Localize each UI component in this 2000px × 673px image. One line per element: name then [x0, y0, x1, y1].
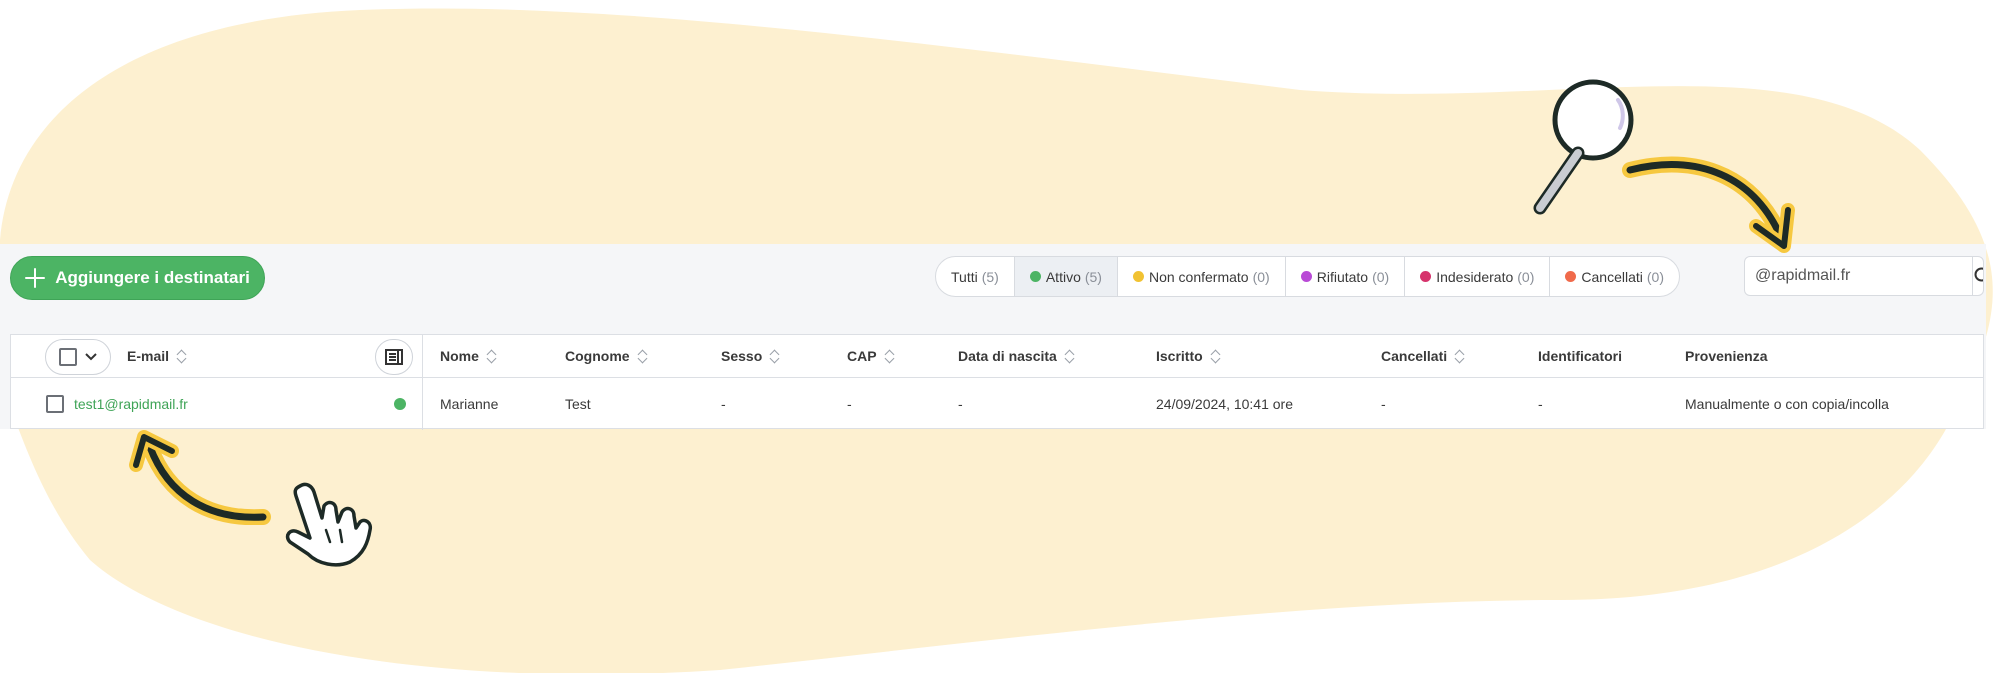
table-row[interactable]: test1@rapidmail.fr Marianne Test - - - 2…: [11, 378, 1983, 429]
chevron-down-icon: [85, 353, 97, 361]
cancellati-cell: -: [1381, 395, 1386, 412]
column-header-provenienza: Provenienza: [1685, 335, 1767, 377]
column-header-email[interactable]: E-mail: [127, 335, 187, 377]
column-header-identificatori: Identificatori: [1538, 335, 1622, 377]
sort-icon: [770, 349, 780, 363]
filter-count: (0): [1646, 268, 1664, 285]
sesso-cell: -: [721, 395, 726, 412]
sort-icon: [638, 349, 648, 363]
recipients-table: E-mail Nome Cognome Sesso CAP Data di na…: [10, 334, 1984, 430]
select-all-checkbox[interactable]: [59, 348, 77, 366]
filter-count: (0): [1517, 268, 1535, 285]
column-header-sesso[interactable]: Sesso: [721, 335, 780, 377]
sort-icon: [1065, 349, 1075, 363]
table-header: E-mail Nome Cognome Sesso CAP Data di na…: [11, 335, 1983, 378]
filter-label: Cancellati: [1581, 268, 1643, 285]
filter-count: (5): [981, 268, 999, 285]
filter-rifiutato[interactable]: Rifiutato (0): [1286, 257, 1406, 296]
search-icon: [1974, 267, 1983, 282]
filter-count: (0): [1372, 268, 1390, 285]
filter-label: Indesiderato: [1436, 268, 1514, 285]
arrow-to-email-icon: [129, 430, 271, 525]
add-recipients-label: Aggiungere i destinatari: [55, 268, 250, 287]
column-header-cognome[interactable]: Cognome: [565, 335, 648, 377]
plus-icon: [25, 268, 46, 288]
status-dot-icon: [1420, 271, 1432, 282]
iscritto-cell: 24/09/2024, 10:41 ore: [1156, 395, 1294, 412]
column-header-nome[interactable]: Nome: [440, 335, 497, 377]
status-filter-group: Tutti (5) Attivo (5) Non confermato (0) …: [935, 256, 1680, 297]
cap-cell: -: [847, 395, 852, 412]
arrow-to-search-icon: [1622, 156, 1795, 253]
status-dot-icon: [1029, 271, 1041, 282]
email-cell: test1@rapidmail.fr: [74, 378, 188, 429]
pointing-hand-icon: [285, 482, 373, 567]
column-header-label: Identificatori: [1538, 348, 1623, 364]
data-nascita-cell: -: [958, 395, 963, 412]
column-header-cancellati[interactable]: Cancellati: [1381, 335, 1465, 377]
identificatori-cell: -: [1538, 395, 1543, 412]
column-header-label: Iscritto: [1156, 348, 1203, 364]
sort-icon: [1211, 349, 1221, 363]
filter-indesiderato[interactable]: Indesiderato (0): [1405, 257, 1551, 296]
column-header-data-nascita[interactable]: Data di nascita: [958, 335, 1075, 377]
status-dot-icon: [1132, 271, 1144, 282]
search-button[interactable]: [1972, 257, 1983, 295]
sort-icon: [885, 349, 895, 363]
column-header-label: Provenienza: [1685, 348, 1768, 364]
row-checkbox-cell: [46, 378, 64, 429]
status-active-icon: [394, 397, 406, 410]
sort-icon: [1455, 349, 1465, 363]
filter-label: Non confermato: [1148, 268, 1249, 285]
cognome-cell: Test: [565, 395, 591, 412]
filter-count: (0): [1252, 268, 1270, 285]
column-header-label: E-mail: [127, 348, 170, 364]
sort-icon: [487, 349, 497, 363]
search-input[interactable]: [1745, 257, 1972, 295]
filter-count: (5): [1084, 268, 1102, 285]
column-header-label: Cognome: [565, 348, 630, 364]
sort-icon: [177, 349, 187, 363]
filter-cancellati[interactable]: Cancellati (0): [1550, 257, 1679, 296]
row-checkbox[interactable]: [46, 394, 64, 413]
filter-tutti[interactable]: Tutti (5): [936, 257, 1015, 296]
column-header-iscritto[interactable]: Iscritto: [1156, 335, 1221, 377]
search-box: [1744, 256, 1984, 296]
column-header-label: CAP: [847, 348, 877, 364]
status-dot-icon: [1300, 271, 1312, 282]
column-header-label: Nome: [440, 348, 479, 364]
filter-label: Rifiutato: [1316, 268, 1369, 285]
filter-label: Attivo: [1045, 268, 1081, 285]
provenienza-cell: Manualmente o con copia/incolla: [1685, 395, 1889, 412]
column-settings-button[interactable]: [375, 339, 413, 375]
nome-cell: Marianne: [440, 395, 499, 412]
select-all-dropdown[interactable]: [45, 339, 111, 375]
status-dot-icon: [1565, 271, 1577, 282]
column-header-label: Sesso: [721, 348, 763, 364]
email-link[interactable]: test1@rapidmail.fr: [74, 396, 188, 412]
columns-icon: [385, 349, 403, 365]
column-header-label: Data di nascita: [958, 348, 1057, 364]
filter-non-confermato[interactable]: Non confermato (0): [1118, 257, 1286, 296]
filter-label: Tutti: [951, 268, 978, 285]
status-cell: [394, 378, 406, 429]
column-header-label: Cancellati: [1381, 348, 1448, 364]
add-recipients-button[interactable]: Aggiungere i destinatari: [10, 256, 265, 300]
filter-attivo[interactable]: Attivo (5): [1014, 257, 1118, 296]
column-header-cap[interactable]: CAP: [847, 335, 895, 377]
